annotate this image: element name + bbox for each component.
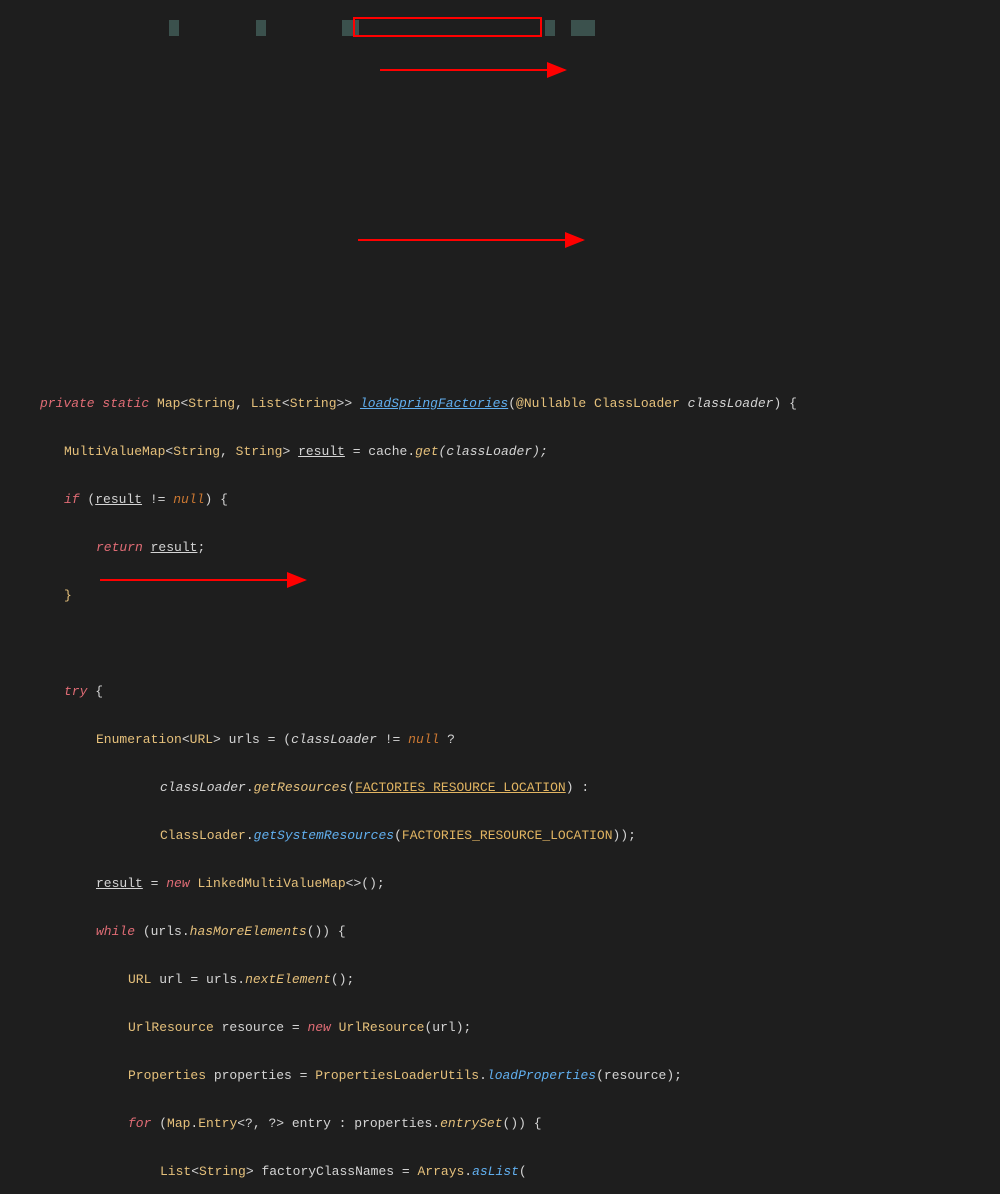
code-line-15[interactable]: Properties properties = PropertiesLoader… bbox=[0, 1064, 1000, 1088]
code-line-7[interactable]: try { bbox=[0, 680, 1000, 704]
code-editor[interactable]: private static Map<String, List<String>>… bbox=[0, 8, 1000, 1194]
code-line-14[interactable]: UrlResource resource = new UrlResource(u… bbox=[0, 1016, 1000, 1040]
code-line-6-blank[interactable] bbox=[0, 632, 1000, 656]
code-line-2[interactable]: MultiValueMap<String, String> result = c… bbox=[0, 440, 1000, 464]
code-line-16[interactable]: for (Map.Entry<?, ?> entry : properties.… bbox=[0, 1112, 1000, 1136]
highlight-annotation bbox=[571, 20, 595, 36]
code-line-1[interactable]: private static Map<String, List<String>>… bbox=[0, 392, 1000, 416]
highlight-generic-gt bbox=[342, 20, 359, 36]
code-line-11[interactable]: result = new LinkedMultiValueMap<>(); bbox=[0, 872, 1000, 896]
code-line-4[interactable]: return result; bbox=[0, 536, 1000, 560]
code-line-12[interactable]: while (urls.hasMoreElements()) { bbox=[0, 920, 1000, 944]
red-annotation-box bbox=[353, 17, 542, 37]
highlight-generic-lt-1 bbox=[169, 20, 179, 36]
arrow-annotation-1 bbox=[380, 60, 580, 80]
highlight-paren-open bbox=[545, 20, 555, 36]
code-line-8[interactable]: Enumeration<URL> urls = (classLoader != … bbox=[0, 728, 1000, 752]
highlight-generic-lt-2 bbox=[256, 20, 266, 36]
code-line-10[interactable]: ClassLoader.getSystemResources(FACTORIES… bbox=[0, 824, 1000, 848]
code-line-9[interactable]: classLoader.getResources(FACTORIES_RESOU… bbox=[0, 776, 1000, 800]
code-line-3[interactable]: if (result != null) { bbox=[0, 488, 1000, 512]
code-line-13[interactable]: URL url = urls.nextElement(); bbox=[0, 968, 1000, 992]
arrow-annotation-2 bbox=[358, 230, 598, 250]
code-line-17[interactable]: List<String> factoryClassNames = Arrays.… bbox=[0, 1160, 1000, 1184]
code-line-5[interactable]: } bbox=[0, 584, 1000, 608]
method-loadSpringFactories[interactable]: loadSpringFactories bbox=[360, 396, 508, 411]
